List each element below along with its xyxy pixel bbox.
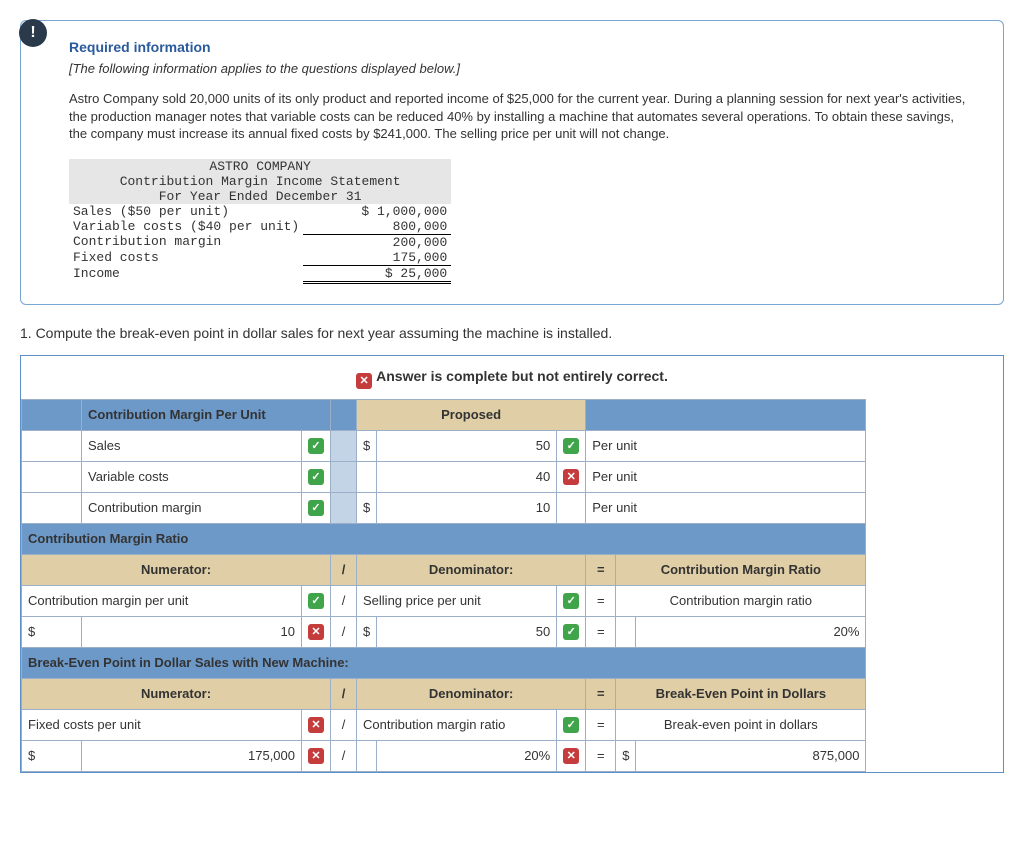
input-cell[interactable]: Fixed costs per unit [22,709,302,740]
cmr-header: Contribution Margin Ratio [22,523,866,554]
info-badge-icon: ! [19,19,47,47]
slash: / [331,585,357,616]
row-label[interactable]: Sales [82,430,302,461]
input-cell[interactable]: 50 [377,616,557,647]
x-icon: ✕ [563,469,579,485]
denominator-header: Denominator: [357,678,586,709]
slash: / [331,709,357,740]
answer-panel: ✕Answer is complete but not entirely cor… [20,355,1004,773]
answer-status: ✕Answer is complete but not entirely cor… [21,364,1003,399]
x-icon: ✕ [308,717,324,733]
input-cell[interactable]: Contribution margin ratio [357,709,557,740]
stmt-val: 800,000 [303,219,451,235]
equals: = [586,585,616,616]
row-label[interactable]: Variable costs [82,461,302,492]
equals: = [586,554,616,585]
equals: = [586,678,616,709]
equals: = [586,740,616,771]
input-cell[interactable]: Contribution margin per unit [22,585,302,616]
be-result-header: Break-Even Point in Dollars [616,678,866,709]
proposed-header: Proposed [357,399,586,430]
cmpu-header: Contribution Margin Per Unit [82,399,331,430]
result-value: 20% [636,616,866,647]
x-icon: ✕ [563,748,579,764]
check-icon: ✓ [563,717,579,733]
numerator-header: Numerator: [22,554,331,585]
slash: / [331,554,357,585]
unit-label[interactable]: Per unit [586,430,866,461]
x-icon: ✕ [308,624,324,640]
dollar: $ [357,616,377,647]
status-text: Answer is complete but not entirely corr… [376,368,668,384]
worksheet-grid: Contribution Margin Per Unit Proposed Sa… [21,399,1003,772]
result-value: 875,000 [636,740,866,771]
unit-label[interactable]: Per unit [586,461,866,492]
stmt-row: Fixed costs [69,250,303,266]
dollar: $ [22,740,82,771]
unit-label[interactable]: Per unit [586,492,866,523]
check-icon: ✓ [308,500,324,516]
required-body: Astro Company sold 20,000 units of its o… [69,90,973,143]
x-icon: ✕ [308,748,324,764]
stmt-row: Income [69,265,303,282]
required-subtitle: [The following information applies to th… [69,61,973,76]
input-cell: 10 [377,492,557,523]
row-label[interactable]: Contribution margin [82,492,302,523]
x-icon: ✕ [356,373,372,389]
cmr-result-header: Contribution Margin Ratio [616,554,866,585]
slash: / [331,616,357,647]
slash: / [331,678,357,709]
numerator-header: Numerator: [22,678,331,709]
stmt-row: Variable costs ($40 per unit) [69,219,303,235]
input-cell[interactable]: 10 [82,616,302,647]
input-cell[interactable]: 20% [377,740,557,771]
question-text: 1. Compute the break-even point in dolla… [20,325,1004,341]
input-cell[interactable]: 175,000 [82,740,302,771]
equals: = [586,709,616,740]
check-icon: ✓ [563,593,579,609]
check-icon: ✓ [308,438,324,454]
input-cell[interactable]: Selling price per unit [357,585,557,616]
result-label: Contribution margin ratio [616,585,866,616]
required-title: Required information [69,39,973,55]
slash: / [331,740,357,771]
denominator-header: Denominator: [357,554,586,585]
input-cell[interactable]: 50 [377,430,557,461]
check-icon: ✓ [563,624,579,640]
stmt-val: $ 25,000 [303,265,451,282]
equals: = [586,616,616,647]
stmt-val: $ 1,000,000 [303,204,451,219]
required-info-panel: ! Required information [The following in… [20,20,1004,305]
stmt-row: Contribution margin [69,234,303,250]
breakeven-header: Break-Even Point in Dollar Sales with Ne… [22,647,866,678]
input-cell[interactable]: 40 [377,461,557,492]
dollar: $ [616,740,636,771]
stmt-period: For Year Ended December 31 [69,189,451,204]
dollar: $ [22,616,82,647]
dollar: $ [357,492,377,523]
stmt-row: Sales ($50 per unit) [69,204,303,219]
check-icon: ✓ [308,593,324,609]
check-icon: ✓ [308,469,324,485]
stmt-title: Contribution Margin Income Statement [69,174,451,189]
check-icon: ✓ [563,438,579,454]
stmt-val: 200,000 [303,234,451,250]
dollar: $ [357,430,377,461]
stmt-company: ASTRO COMPANY [69,159,451,174]
result-label: Break-even point in dollars [616,709,866,740]
stmt-val: 175,000 [303,250,451,266]
income-statement: ASTRO COMPANY Contribution Margin Income… [69,159,451,284]
